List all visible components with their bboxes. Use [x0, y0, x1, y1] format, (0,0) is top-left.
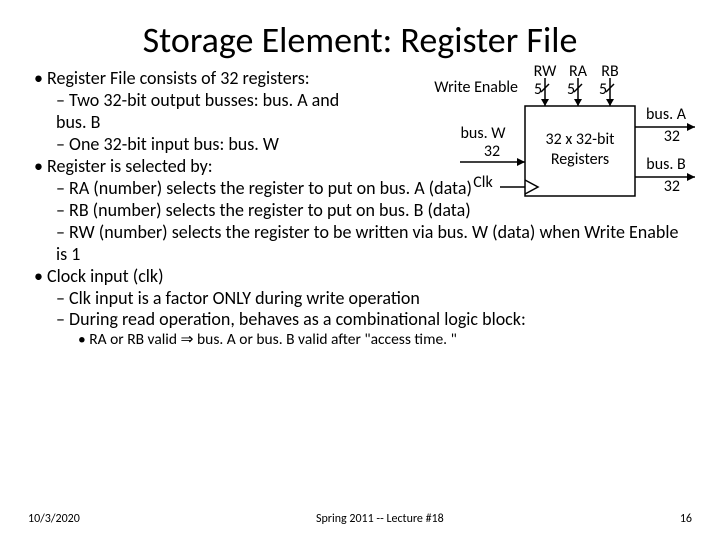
box-line1: 32 x 32-bit: [546, 130, 616, 149]
label-5-1: 5: [534, 80, 542, 99]
label-busb: bus. B: [646, 155, 686, 174]
label-busw32: 32: [484, 142, 500, 161]
bullet-clk-read: During read operation, behaves as a comb…: [56, 309, 686, 331]
footer-mid: Spring 2011 -- Lecture #18: [316, 512, 444, 526]
bullet-two-output: Two 32-bit output busses: bus. A and bus…: [56, 90, 366, 134]
label-write-enable: Write Enable: [434, 78, 518, 97]
footer-date: 10/3/2020: [28, 512, 80, 526]
box-line2: Registers: [551, 150, 609, 169]
implies-icon: ⇒: [181, 330, 194, 349]
footer-page: 16: [680, 512, 692, 526]
label-5-2: 5: [567, 80, 575, 99]
access-pre: RA or RB valid: [89, 330, 180, 349]
bullet-clk-write: Clk input is a factor ONLY during write …: [56, 288, 686, 310]
slide-title: Storage Element: Register File: [34, 18, 686, 62]
bullet-clock: Clock input (clk): [34, 266, 686, 288]
regfile-diagram: 32 x 32-bit Registers RW RA RB Write Ena…: [360, 64, 700, 234]
label-5-3: 5: [599, 80, 607, 99]
label-busa: bus. A: [646, 105, 687, 124]
label-busw: bus. W: [461, 124, 507, 143]
label-busa32: 32: [664, 127, 680, 146]
bullet-one-input: One 32-bit input bus: bus. W: [56, 134, 366, 156]
bullet-access-time: RA or RB valid ⇒ bus. A or bus. B valid …: [78, 331, 686, 350]
label-clk: Clk: [473, 173, 493, 192]
label-busb32: 32: [664, 177, 680, 196]
access-post: bus. A or bus. B valid after "access tim…: [194, 330, 457, 349]
